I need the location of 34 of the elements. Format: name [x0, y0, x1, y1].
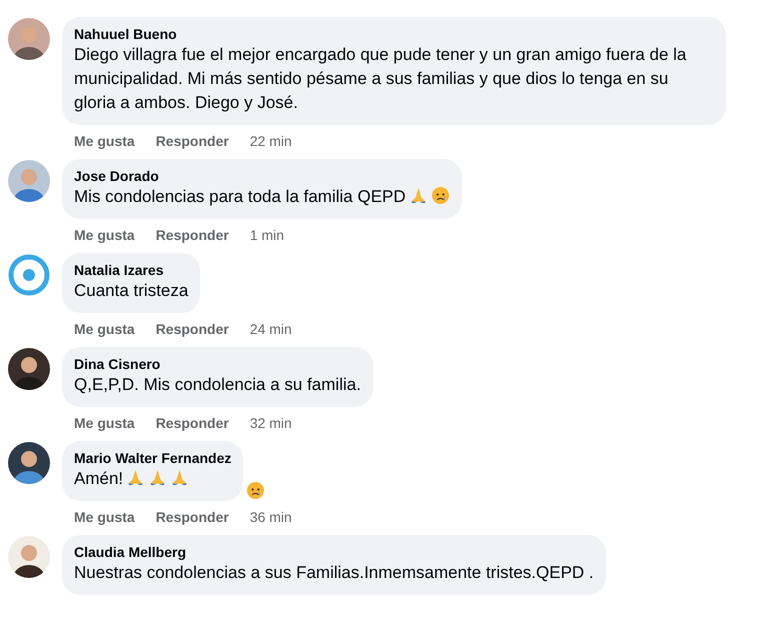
- comment-time: 22 min: [250, 133, 292, 149]
- reply-link[interactable]: Responder: [156, 321, 229, 337]
- author-name[interactable]: Natalia Izares: [74, 261, 188, 279]
- comment-time: 32 min: [250, 415, 292, 431]
- comment-text: Q,E,P,D. Mis condolencia a su familia.: [74, 374, 361, 396]
- comment-time: 36 min: [250, 509, 292, 525]
- comment-time: 24 min: [250, 321, 292, 337]
- comment-text: Nuestras condolencias a sus Familias.Inmemsamente tristes.QEPD .: [74, 562, 594, 584]
- sad-face-icon: [246, 481, 266, 500]
- sad-face-icon: [430, 186, 450, 205]
- author-name[interactable]: Jose Dorado: [74, 167, 450, 185]
- avatar-icon: [8, 254, 50, 296]
- praying-hands-icon: [408, 186, 428, 205]
- like-link[interactable]: Me gusta: [74, 415, 135, 431]
- like-link[interactable]: Me gusta: [74, 509, 135, 525]
- author-name[interactable]: Dina Cisnero: [74, 355, 361, 373]
- reply-link[interactable]: Responder: [156, 415, 229, 431]
- like-link[interactable]: Me gusta: [74, 321, 135, 337]
- comment-time: 1 min: [250, 227, 284, 243]
- author-name[interactable]: Claudia Mellberg: [74, 543, 594, 561]
- reply-link[interactable]: Responder: [156, 509, 229, 525]
- author-name[interactable]: Nahuuel Bueno: [74, 25, 714, 43]
- reply-link[interactable]: Responder: [156, 133, 229, 149]
- praying-hands-icon: [148, 468, 168, 487]
- praying-hands-icon: [126, 468, 146, 487]
- like-link[interactable]: Me gusta: [74, 133, 135, 149]
- like-link[interactable]: Me gusta: [74, 227, 135, 243]
- praying-hands-icon: [170, 468, 190, 487]
- comment-text: Cuanta tristeza: [74, 280, 188, 302]
- reply-link[interactable]: Responder: [156, 227, 229, 243]
- author-name[interactable]: Mario Walter Fernandez: [74, 449, 232, 467]
- comment-text: Mis condolencias para toda la familia QEPD: [74, 185, 450, 209]
- comment-text: Diego villagra fue el mejor encargado que pude tener y un gran amigo fuera de la municipalidad. Mi más sentido pésame a sus familias y que dios lo tenga en su gloria a ambos. Diego y José.: [74, 44, 688, 114]
- comment-text: Amén!: [74, 467, 232, 491]
